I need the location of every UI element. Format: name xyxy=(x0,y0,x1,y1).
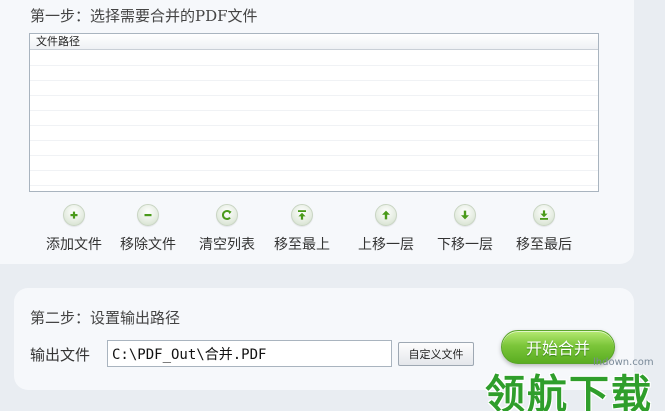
move-down-label: 下移一层 xyxy=(437,237,493,253)
move-up-button[interactable]: 上移一层 xyxy=(346,204,426,254)
file-list[interactable]: 文件路径 xyxy=(29,33,599,192)
move-to-bottom-button[interactable]: 移至最后 xyxy=(504,204,584,254)
step1-title: 第一步：选择需要合并的PDF文件 xyxy=(30,7,258,25)
arrow-up-icon xyxy=(375,204,397,226)
custom-file-button[interactable]: 自定义文件 xyxy=(398,342,474,366)
clear-list-label: 清空列表 xyxy=(199,237,255,253)
output-path-input[interactable] xyxy=(107,340,392,367)
arrow-to-top-icon xyxy=(291,204,313,226)
move-to-top-label: 移至最上 xyxy=(274,237,330,253)
refresh-icon xyxy=(216,204,238,226)
file-list-rows[interactable] xyxy=(30,51,598,191)
step2-title: 第二步：设置输出路径 xyxy=(30,309,181,327)
move-to-top-button[interactable]: 移至最上 xyxy=(262,204,342,254)
add-file-label: 添加文件 xyxy=(46,237,102,253)
clear-list-button[interactable]: 清空列表 xyxy=(187,204,267,254)
arrow-to-bottom-icon xyxy=(533,204,555,226)
move-to-bottom-label: 移至最后 xyxy=(516,237,572,253)
plus-icon xyxy=(63,204,85,226)
minus-icon xyxy=(137,204,159,226)
remove-file-button[interactable]: 移除文件 xyxy=(108,204,188,254)
arrow-down-icon xyxy=(454,204,476,226)
watermark-logo: 领航下载 xyxy=(485,372,653,411)
column-header-file-path[interactable]: 文件路径 xyxy=(30,34,598,50)
remove-file-label: 移除文件 xyxy=(120,237,176,253)
move-up-label: 上移一层 xyxy=(358,237,414,253)
output-file-label: 输出文件 xyxy=(30,346,91,364)
move-down-button[interactable]: 下移一层 xyxy=(425,204,505,254)
add-file-button[interactable]: 添加文件 xyxy=(34,204,114,254)
